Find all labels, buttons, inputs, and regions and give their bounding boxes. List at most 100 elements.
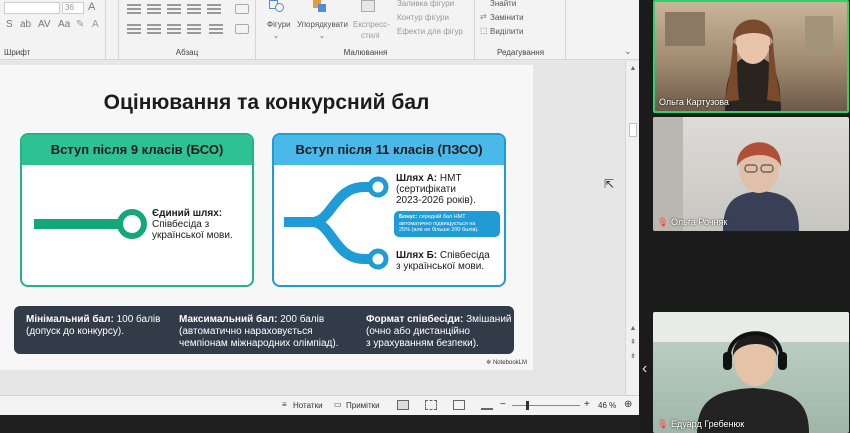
info-value: 200 балів bbox=[280, 314, 325, 325]
slideshow-icon[interactable] bbox=[481, 400, 493, 410]
branch-lower bbox=[311, 217, 372, 264]
ribbon-group-editing: Знайти ⇄ Замінити ⬚ Виділити Редагування bbox=[476, 0, 566, 60]
path-node bbox=[117, 209, 147, 239]
card-after-9-grades: Вступ після 9 класів (БСО) Єдиний шлях: … bbox=[20, 133, 254, 287]
participant-tile[interactable]: 🎙 Едуард Гребенюк bbox=[653, 312, 849, 433]
info-value: 100 балів bbox=[116, 314, 161, 325]
font-family-select[interactable] bbox=[4, 2, 60, 14]
chevron-left-icon[interactable]: ‹ bbox=[642, 360, 647, 378]
zoom-in-icon[interactable]: + bbox=[584, 399, 590, 410]
text-shadow-icon[interactable]: S bbox=[6, 19, 13, 30]
video-call-panel: Ольга Картузова 🎙 Ольга Рочняк 🎙 Едуард … bbox=[639, 0, 850, 433]
participant-name: Ольга Рочняк bbox=[671, 217, 728, 227]
bullets-icon[interactable] bbox=[127, 4, 141, 14]
decrease-indent-icon[interactable] bbox=[167, 4, 181, 14]
path-line-2: української мови. bbox=[152, 230, 233, 241]
info-min-score: Мінімальний бал: 100 балів (допуск до ко… bbox=[26, 314, 160, 338]
notebooklm-badge: ✲ NotebookLM bbox=[486, 359, 527, 366]
branch-upper bbox=[284, 182, 372, 227]
columns-icon[interactable] bbox=[209, 24, 223, 34]
info-line-2: (допуск до конкурсу). bbox=[26, 326, 124, 337]
comments-icon: ▭ bbox=[334, 400, 342, 409]
comments-button[interactable]: Примітки bbox=[346, 401, 380, 410]
ribbon-group-label: Малювання bbox=[343, 48, 388, 57]
scroll-thumb[interactable] bbox=[629, 123, 637, 137]
info-line-2: (очно або дистанційно bbox=[366, 326, 470, 337]
card-header: Вступ після 11 класів (ПЗСО) bbox=[274, 135, 504, 165]
zoom-slider[interactable] bbox=[512, 405, 580, 406]
shape-fill-button[interactable]: Заливка фігури bbox=[397, 0, 454, 8]
shapes-icon[interactable] bbox=[269, 0, 287, 12]
path-b-line-2: з української мови. bbox=[396, 261, 485, 272]
mic-muted-icon: 🎙 bbox=[657, 419, 669, 429]
increase-indent-icon[interactable] bbox=[187, 4, 201, 14]
ribbon: 36 A S ab AV Aa ✎ A Шрифт Абзац Фігури ⌄… bbox=[0, 0, 639, 60]
single-path-text: Єдиний шлях: Співбесіда з української мо… bbox=[152, 208, 233, 241]
path-a-label: Шлях А: bbox=[396, 173, 438, 184]
zoom-slider-thumb[interactable] bbox=[526, 401, 529, 410]
path-a-text: Шлях А: НМТ (сертифікати 2023-2026 років… bbox=[396, 173, 476, 206]
bonus-label: Бонус: bbox=[399, 214, 418, 220]
find-button[interactable]: Знайти bbox=[490, 0, 516, 8]
info-interview-format: Формат співбесіди: Змішаний (очно або ди… bbox=[366, 314, 512, 350]
char-spacing-icon[interactable]: AV bbox=[38, 19, 51, 30]
select-button[interactable]: Виділити bbox=[490, 27, 524, 36]
quick-styles-button-line1[interactable]: Експресс- bbox=[353, 20, 390, 29]
mic-muted-icon: 🎙 bbox=[657, 217, 669, 227]
normal-view-icon[interactable] bbox=[397, 400, 409, 410]
notes-icon: ≡ bbox=[282, 400, 287, 409]
ribbon-collapse-icon[interactable]: ⌄ bbox=[624, 46, 632, 57]
chevron-down-icon: ⌄ bbox=[273, 33, 279, 40]
info-max-score: Максимальний бал: 200 балів (автоматично… bbox=[179, 314, 339, 350]
highlight-icon[interactable]: ✎ bbox=[76, 19, 84, 30]
line-spacing-icon[interactable] bbox=[207, 4, 221, 14]
previous-slide-icon[interactable]: ⇞ bbox=[628, 338, 638, 348]
zoom-level[interactable]: 46 % bbox=[598, 401, 616, 410]
scroll-up-icon[interactable]: ▲ bbox=[628, 324, 638, 334]
numbering-icon[interactable] bbox=[147, 4, 161, 14]
slide-title: Оцінювання та конкурсний бал bbox=[103, 91, 430, 114]
participant-video bbox=[653, 312, 849, 433]
font-size-select[interactable]: 36 bbox=[62, 2, 84, 14]
bonus-note: Бонус: середній бал НМТ автоматично підв… bbox=[394, 211, 500, 237]
shapes-button[interactable]: Фігури bbox=[267, 20, 291, 29]
quick-styles-icon[interactable] bbox=[361, 0, 375, 12]
participant-tile[interactable]: Ольга Картузова bbox=[653, 0, 849, 113]
font-size-increase-icon[interactable]: A bbox=[88, 1, 95, 13]
vertical-scrollbar[interactable]: ▲ ▲ ⇞ ⇟ bbox=[625, 61, 639, 395]
zoom-out-icon[interactable]: − bbox=[500, 399, 506, 410]
mouse-cursor-icon: ⇱ bbox=[604, 177, 615, 191]
replace-button[interactable]: Замінити bbox=[490, 13, 524, 22]
shape-outline-button[interactable]: Контур фігури bbox=[397, 13, 449, 22]
ribbon-group-font: 36 A S ab AV Aa ✎ A Шрифт bbox=[0, 0, 106, 60]
fit-to-window-icon[interactable]: ⊕ bbox=[624, 399, 632, 410]
next-slide-icon[interactable]: ⇟ bbox=[628, 352, 638, 362]
info-line-3: з урахуванням безпеки). bbox=[366, 338, 479, 349]
align-text-icon[interactable] bbox=[235, 24, 249, 34]
participant-tile[interactable]: 🎙 Ольга Рочняк bbox=[653, 117, 849, 231]
arrange-button[interactable]: Упорядкувати bbox=[297, 20, 348, 29]
notes-button[interactable]: Нотатки bbox=[293, 401, 323, 410]
shape-effects-button[interactable]: Ефекти для фігур bbox=[397, 27, 463, 36]
align-center-icon[interactable] bbox=[147, 24, 161, 34]
text-direction-icon[interactable] bbox=[235, 4, 249, 14]
quick-styles-button-line2[interactable]: стилі bbox=[361, 31, 380, 40]
info-label: Формат співбесіди: bbox=[366, 314, 464, 325]
slide-sorter-icon[interactable] bbox=[425, 400, 437, 410]
font-color-icon[interactable]: A bbox=[92, 19, 99, 30]
ribbon-group-paragraph: Абзац bbox=[118, 0, 256, 60]
justify-icon[interactable] bbox=[187, 24, 201, 34]
strikethrough-icon[interactable]: ab bbox=[20, 19, 31, 30]
change-case-icon[interactable]: Aa bbox=[58, 19, 70, 30]
ribbon-group-label: Редагування bbox=[496, 48, 545, 57]
arrange-icon[interactable] bbox=[313, 0, 327, 12]
align-right-icon[interactable] bbox=[167, 24, 181, 34]
chevron-down-icon: ⌄ bbox=[319, 33, 325, 40]
scroll-up-icon[interactable]: ▲ bbox=[628, 64, 638, 74]
participant-name: Ольга Картузова bbox=[659, 97, 729, 107]
bonus-line-2: автоматично підвищується на bbox=[399, 220, 476, 227]
align-left-icon[interactable] bbox=[127, 24, 141, 34]
reading-view-icon[interactable] bbox=[453, 400, 465, 410]
path-line bbox=[34, 219, 124, 229]
path-a-line-1: НМТ bbox=[439, 173, 462, 184]
